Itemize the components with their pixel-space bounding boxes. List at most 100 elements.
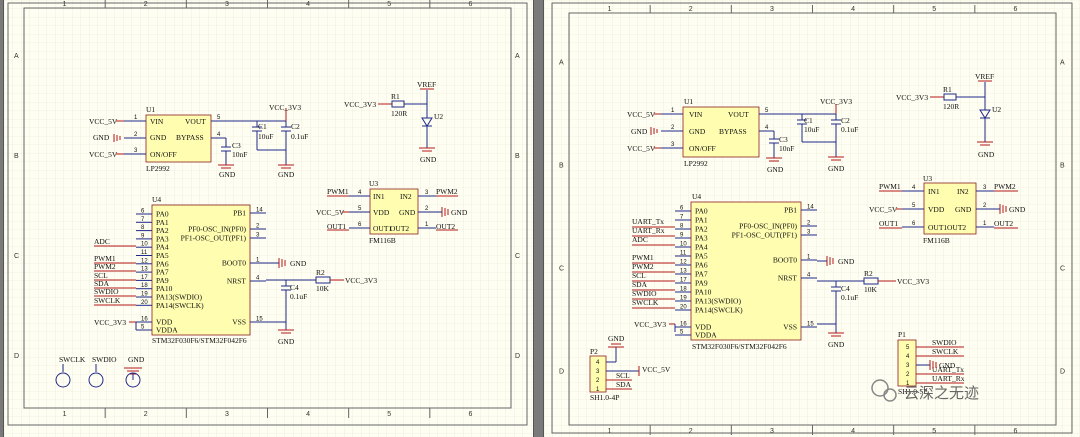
svg-text:R2: R2 bbox=[864, 269, 873, 278]
svg-text:R2: R2 bbox=[316, 268, 325, 277]
svg-text:VCC_3V3: VCC_3V3 bbox=[820, 97, 852, 106]
svg-text:SH1.0-4P: SH1.0-4P bbox=[590, 393, 619, 402]
svg-text:GND: GND bbox=[128, 355, 145, 364]
u4-pin-label: BOOT0 bbox=[773, 256, 797, 265]
svg-text:SWCLK: SWCLK bbox=[632, 298, 659, 307]
svg-text:SWCLK: SWCLK bbox=[932, 347, 959, 356]
zone-row-label: D bbox=[559, 369, 564, 376]
svg-text:GND: GND bbox=[767, 165, 784, 174]
u4-pin-number: 16 bbox=[141, 317, 148, 323]
svg-text:VREF: VREF bbox=[975, 72, 994, 81]
svg-text:VREF: VREF bbox=[417, 80, 436, 89]
u4-pin-number: 16 bbox=[680, 322, 687, 328]
svg-text:C2: C2 bbox=[291, 122, 300, 131]
zone-row-label: A bbox=[1060, 60, 1065, 67]
svg-text:U1: U1 bbox=[146, 105, 155, 114]
u4-pin-label: PA3 bbox=[695, 234, 708, 243]
svg-text:10K: 10K bbox=[316, 284, 330, 293]
svg-text:SCL: SCL bbox=[616, 371, 630, 380]
zone-col-label: 1 bbox=[63, 411, 67, 418]
u4-pin-number: 13 bbox=[141, 267, 148, 273]
svg-text:GND: GND bbox=[420, 155, 437, 164]
svg-text:10nF: 10nF bbox=[232, 150, 247, 159]
svg-text:VCC_3V3: VCC_3V3 bbox=[896, 93, 928, 102]
svg-text:PWM2: PWM2 bbox=[94, 262, 116, 271]
u4-pin-number: 17 bbox=[680, 278, 687, 284]
zone-col-label: 4 bbox=[851, 6, 855, 13]
svg-text:IN2: IN2 bbox=[957, 187, 969, 196]
svg-text:SDA: SDA bbox=[632, 280, 648, 289]
u4-microcontroller[interactable]: U4 STM32F030F6/STM32F042F6 PA06PA17PA28P… bbox=[136, 195, 266, 345]
schematic-sheet-right[interactable]: 112233445566AABBCCDD U1 LP2992 VIN GND O… bbox=[543, 0, 1080, 437]
svg-text:VOUT: VOUT bbox=[728, 110, 749, 119]
svg-text:GND: GND bbox=[1009, 205, 1026, 214]
zone-col-label: 3 bbox=[770, 428, 774, 435]
zone-row-label: A bbox=[14, 53, 19, 60]
svg-text:PWM1: PWM1 bbox=[327, 187, 349, 196]
svg-text:PWM1: PWM1 bbox=[632, 253, 654, 262]
svg-text:P1: P1 bbox=[898, 330, 906, 339]
svg-text:FM116B: FM116B bbox=[923, 236, 950, 245]
zone-row-label: D bbox=[14, 353, 19, 360]
u4-pin-number: 20 bbox=[141, 300, 148, 306]
zone-row-label: B bbox=[1060, 163, 1065, 170]
svg-text:SWDIO: SWDIO bbox=[94, 287, 119, 296]
u4-pin-number: 19 bbox=[141, 292, 148, 298]
svg-text:120R: 120R bbox=[943, 102, 959, 111]
zone-row-label: D bbox=[515, 353, 520, 360]
svg-text:GND: GND bbox=[828, 164, 845, 173]
zone-col-label: 6 bbox=[1013, 6, 1017, 13]
u4-pin-number: 12 bbox=[141, 258, 148, 264]
svg-text:GND: GND bbox=[978, 150, 995, 159]
zone-col-label: 2 bbox=[144, 411, 148, 418]
u4-pin-label: PA0 bbox=[695, 207, 708, 216]
svg-text:云深之无迹: 云深之无迹 bbox=[904, 384, 979, 402]
zone-col-label: 6 bbox=[468, 1, 472, 8]
svg-text:VCC_3V3: VCC_3V3 bbox=[269, 103, 301, 112]
u4-pin-label: PA5 bbox=[695, 252, 708, 261]
svg-text:U2: U2 bbox=[434, 112, 443, 121]
svg-text:VOUT: VOUT bbox=[185, 117, 206, 126]
zone-col-label: 3 bbox=[770, 6, 774, 13]
svg-text:VCC_5V: VCC_5V bbox=[627, 144, 656, 153]
u4-pin-number: 14 bbox=[807, 205, 814, 211]
svg-text:VCC_5V: VCC_5V bbox=[642, 365, 671, 374]
svg-text:0.1uF: 0.1uF bbox=[290, 292, 307, 301]
svg-text:C3: C3 bbox=[779, 135, 788, 144]
zone-row-label: C bbox=[1060, 266, 1065, 273]
svg-text:GND: GND bbox=[150, 133, 167, 142]
u4-pin-label: PF1-OSC_OUT(PF1) bbox=[732, 231, 798, 240]
schematic-sheet-left[interactable]: 112233445566AABBCCDD U1 LP2992 VIN GND O… bbox=[3, 0, 534, 437]
svg-text:VCC_5V: VCC_5V bbox=[89, 150, 118, 159]
u4-pin-number: 11 bbox=[141, 250, 148, 256]
svg-text:VCC_3V3: VCC_3V3 bbox=[344, 100, 376, 109]
svg-text:VDD: VDD bbox=[928, 205, 945, 214]
svg-text:PWM2: PWM2 bbox=[994, 182, 1016, 191]
svg-text:VCC_3V3: VCC_3V3 bbox=[345, 276, 377, 285]
zone-col-label: 6 bbox=[468, 411, 472, 418]
u4-pin-label: PF0-OSC_IN(PF0) bbox=[188, 225, 246, 234]
u4-pin-label: VDDA bbox=[156, 326, 178, 335]
u4-pin-label: PA13(SWDIO) bbox=[695, 297, 741, 306]
u4-pin-label: PA14(SWCLK) bbox=[156, 301, 204, 310]
u4-pin-number: 20 bbox=[680, 305, 687, 311]
zone-row-label: B bbox=[559, 163, 564, 170]
svg-text:VCC_5V: VCC_5V bbox=[89, 117, 118, 126]
zone-col-label: 5 bbox=[387, 411, 391, 418]
u4-pin-label: PA14(SWCLK) bbox=[695, 306, 743, 315]
u4-pin-label: NRST bbox=[778, 274, 798, 283]
svg-text:VDD: VDD bbox=[373, 208, 390, 217]
zone-col-label: 4 bbox=[306, 411, 310, 418]
zone-col-label: 4 bbox=[851, 428, 855, 435]
u4-microcontroller[interactable]: U4 STM32F030F6/STM32F042F6 PA06PA17PA28P… bbox=[675, 192, 817, 351]
zone-col-label: 6 bbox=[1013, 428, 1017, 435]
svg-text:LP2992: LP2992 bbox=[146, 164, 170, 173]
u4-pin-number: 14 bbox=[256, 208, 263, 214]
svg-text:C4: C4 bbox=[841, 284, 850, 293]
svg-text:GND: GND bbox=[399, 208, 416, 217]
svg-text:VIN: VIN bbox=[689, 110, 703, 119]
svg-text:IN1: IN1 bbox=[373, 192, 385, 201]
u4-pin-label: PA4 bbox=[695, 243, 708, 252]
svg-text:GND: GND bbox=[955, 205, 972, 214]
svg-text:U1: U1 bbox=[684, 97, 693, 106]
